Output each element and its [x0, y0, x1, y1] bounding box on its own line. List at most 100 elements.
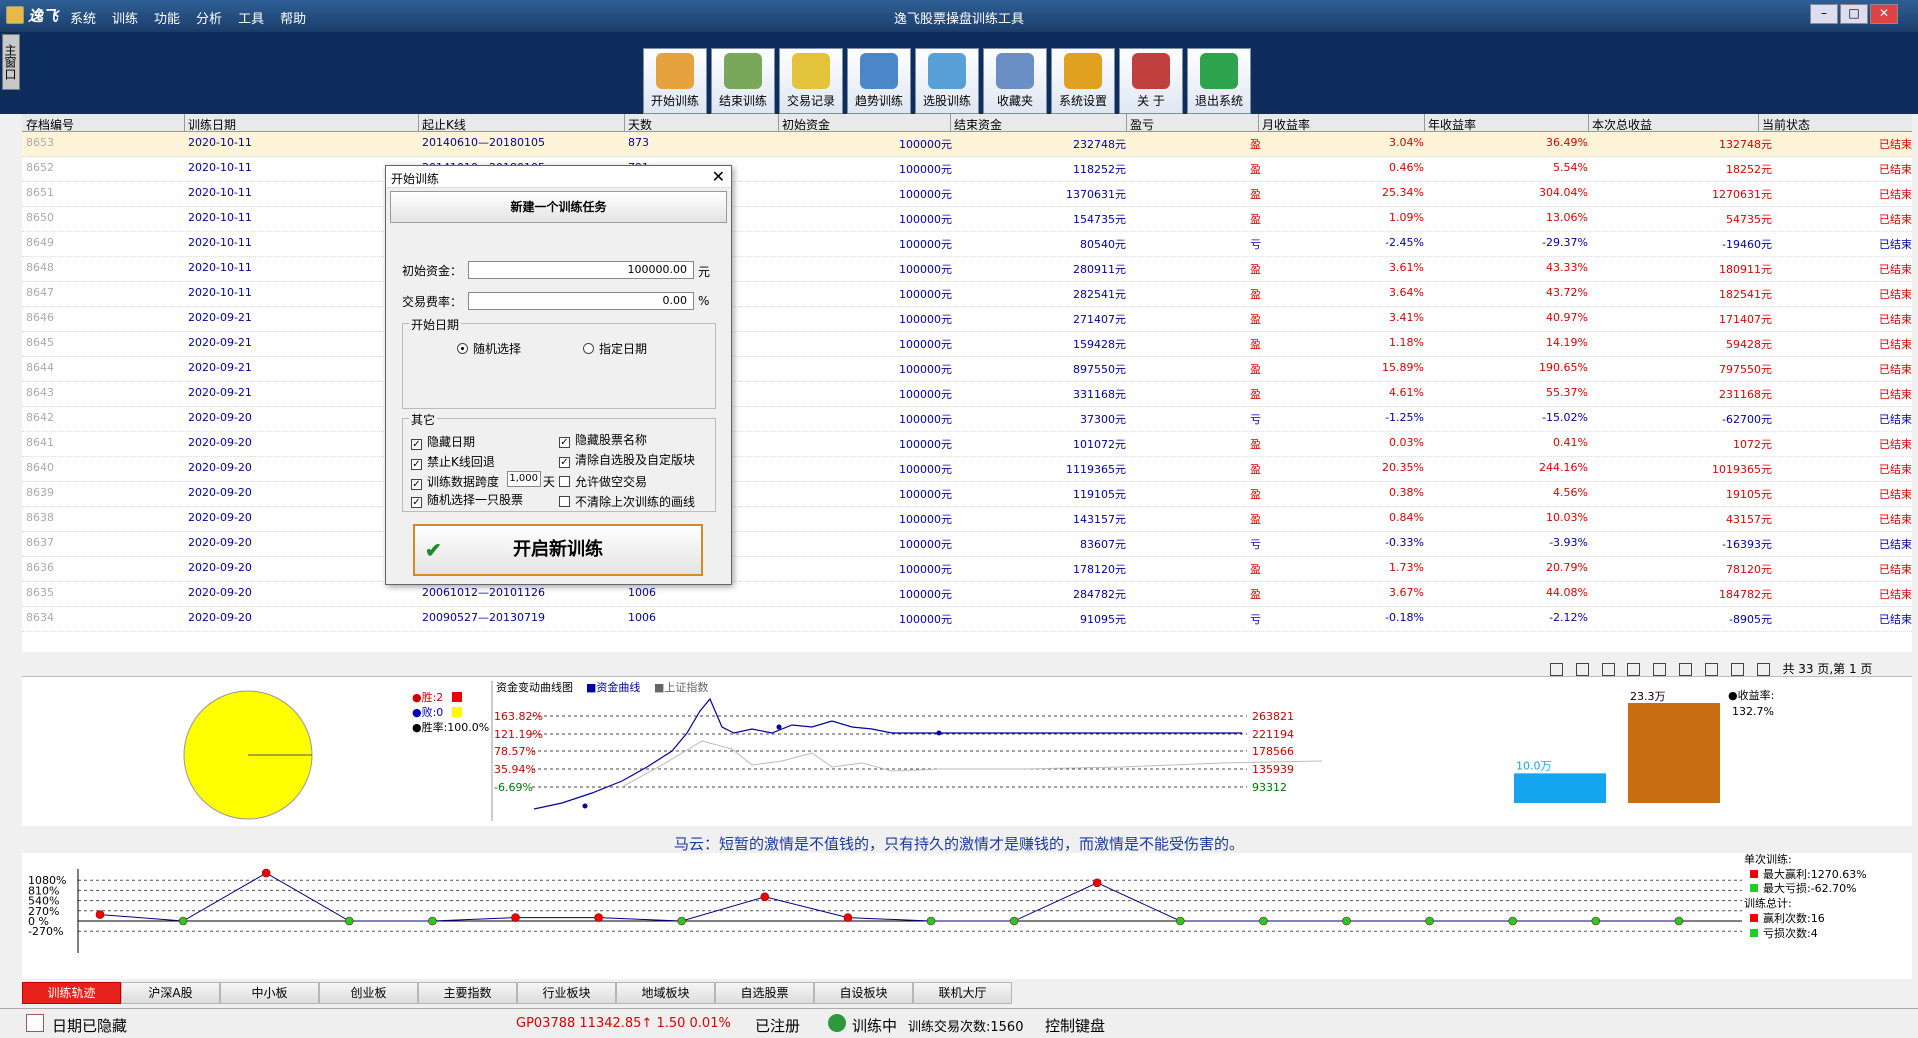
tab-9[interactable]: 联机大厅: [913, 982, 1012, 1004]
dialog-close-button[interactable]: ✕: [712, 167, 725, 186]
table-row[interactable]: 8637 2020-09-20 100000元 83607元 亏 -0.33% -3.93%…: [22, 532, 1912, 557]
table-cell: 1006: [628, 586, 656, 599]
column-header[interactable]: 月收益率: [1262, 116, 1310, 133]
toolbar: 开始训练 结束训练 交易记录 趋势训练 选股训练 收藏夹 系统设置 关 于 退出系统: [643, 48, 1251, 114]
save-icon[interactable]: [1575, 663, 1589, 676]
fee-input[interactable]: 0.00: [468, 292, 694, 310]
column-header[interactable]: 天数: [628, 116, 652, 133]
close-button[interactable]: ✕: [1870, 4, 1898, 24]
column-header[interactable]: 本次总收益: [1592, 116, 1652, 133]
tab-4[interactable]: 主要指数: [418, 982, 517, 1004]
toolbar-button-7[interactable]: 关 于: [1119, 48, 1183, 114]
last-page-icon[interactable]: [1756, 663, 1770, 676]
tab-6[interactable]: 地域板块: [616, 982, 715, 1004]
tab-8[interactable]: 自设板块: [814, 982, 913, 1004]
delete-icon[interactable]: [1627, 663, 1641, 676]
next-page-icon[interactable]: [1730, 663, 1744, 676]
table-row[interactable]: 8648 2020-10-11 100000元 280911元 盈 3.61% 43.33%…: [22, 257, 1912, 282]
table-row[interactable]: 86522020-10-1120141010—20180105791100000…: [22, 157, 1912, 182]
column-header[interactable]: 年收益率: [1428, 116, 1476, 133]
table-row[interactable]: 8646 2020-09-21 100000元 271407元 盈 3.41% 40.97%…: [22, 307, 1912, 332]
table-row[interactable]: 8653 2020-10-11 20140610—20180105 873 100000…: [22, 132, 1912, 157]
table-row[interactable]: 8634 2020-09-20 20090527—20130719 1006 10000…: [22, 607, 1912, 632]
column-header[interactable]: 结束资金: [954, 116, 1002, 133]
toolbar-button-0[interactable]: 开始训练: [643, 48, 707, 114]
table-row[interactable]: 8641 2020-09-20 100000元 101072元 盈 0.03% 0.41% 1…: [22, 432, 1912, 457]
column-header[interactable]: 起止K线: [422, 116, 466, 133]
print-icon[interactable]: [1550, 663, 1563, 676]
table-row[interactable]: 8644 2020-09-21 100000元 897550元 盈 15.89% 190.6…: [22, 357, 1912, 382]
prev-page-icon[interactable]: [1704, 663, 1718, 676]
checkbox-data-span[interactable]: ✓ 训练数据跨度: [411, 473, 499, 490]
column-header[interactable]: 盈亏: [1130, 116, 1154, 133]
toolbar-button-1[interactable]: 结束训练: [711, 48, 775, 114]
table-cell: 119105元: [1073, 488, 1126, 501]
table-row[interactable]: 8636 2020-09-20 100000元 178120元 盈 1.73% 20.79%…: [22, 557, 1912, 582]
control-keyboard[interactable]: 控制键盘: [1045, 1015, 1105, 1036]
table-row[interactable]: 8645 2020-09-21 100000元 159428元 盈 1.18% 14.19%…: [22, 332, 1912, 357]
table-row[interactable]: 8639 2020-09-20 100000元 119105元 盈 0.38% 4.56% 1…: [22, 482, 1912, 507]
checkbox-allow-short[interactable]: 允许做空交易: [559, 473, 647, 490]
column-header[interactable]: 初始资金: [782, 116, 830, 133]
capital-input[interactable]: 100000.00: [468, 261, 694, 279]
column-header[interactable]: 当前状态: [1762, 116, 1810, 133]
minimize-button[interactable]: –: [1810, 4, 1838, 24]
table-row[interactable]: 8638 2020-09-20 100000元 143157元 盈 0.84% 10.03%…: [22, 507, 1912, 532]
checkbox-hide-name[interactable]: ✓ 隐藏股票名称: [559, 431, 647, 448]
toolbar-label: 收藏夹: [996, 94, 1033, 108]
table-cell: 190.65%: [1539, 361, 1588, 374]
toolbar-button-5[interactable]: 收藏夹: [983, 48, 1047, 114]
toolbar-button-3[interactable]: 趋势训练: [847, 48, 911, 114]
column-divider: [1758, 114, 1759, 132]
toolbar-button-4[interactable]: 选股训练: [915, 48, 979, 114]
main-window-side-tab[interactable]: 主窗口: [2, 34, 20, 90]
gear-icon[interactable]: [1653, 663, 1667, 676]
radio-specified[interactable]: 指定日期: [583, 340, 647, 357]
table-row[interactable]: 8651 2020-10-11 100000元 1370631元 盈 25.34% 304.…: [22, 182, 1912, 207]
toolbar-button-8[interactable]: 退出系统: [1187, 48, 1251, 114]
export-icon[interactable]: [1601, 663, 1615, 676]
toolbar-button-6[interactable]: 系统设置: [1051, 48, 1115, 114]
table-row[interactable]: 8635 2020-09-20 20061012—20101126 1006 10000…: [22, 582, 1912, 607]
table-cell: 182541元: [1719, 288, 1772, 301]
maximize-button[interactable]: □: [1840, 4, 1868, 24]
tab-3[interactable]: 创业板: [319, 982, 418, 1004]
table-row[interactable]: 8640 2020-09-20 100000元 1119365元 盈 20.35% 244.…: [22, 457, 1912, 482]
tab-0[interactable]: 训练轨迹: [22, 982, 121, 1004]
table-cell: 20.35%: [1382, 461, 1424, 474]
table-row[interactable]: 8643 2020-09-21 100000元 331168元 盈 4.61% 55.37%…: [22, 382, 1912, 407]
data-span-input[interactable]: 1,000: [507, 471, 541, 487]
tab-2[interactable]: 中小板: [220, 982, 319, 1004]
column-header[interactable]: 训练日期: [188, 116, 236, 133]
table-cell: 1006: [628, 611, 656, 624]
table-row[interactable]: 8650 2020-10-11 100000元 154735元 盈 1.09% 13.06%…: [22, 207, 1912, 232]
table-cell: 8653: [26, 136, 54, 149]
start-new-training-button[interactable]: ✔ 开启新训练: [413, 524, 703, 576]
table-cell: 18252元: [1726, 163, 1772, 176]
first-page-icon[interactable]: [1679, 663, 1693, 676]
table-cell: 80540元: [1080, 238, 1126, 251]
start-icon: [656, 53, 694, 89]
check-icon: ✓: [411, 439, 422, 450]
checkbox-no-rewind[interactable]: ✓ 禁止K线回退: [411, 453, 495, 470]
checkbox-single-stock[interactable]: ✓ 随机选择一只股票: [411, 491, 523, 508]
tab-1[interactable]: 沪深A股: [121, 982, 220, 1004]
checkbox-clear-watchlist[interactable]: ✓ 清除自选股及自定版块: [559, 451, 695, 468]
table-row[interactable]: 8649 2020-10-11 100000元 80540元 亏 -2.45% -29.37…: [22, 232, 1912, 257]
toolbar-button-2[interactable]: 交易记录: [779, 48, 843, 114]
table-row[interactable]: 8642 2020-09-20 100000元 37300元 亏 -1.25% -15.02…: [22, 407, 1912, 432]
column-divider: [1424, 114, 1425, 132]
checkbox-hide-date[interactable]: ✓ 隐藏日期: [411, 433, 475, 450]
table-cell: 797550元: [1719, 363, 1772, 376]
column-header[interactable]: 存档编号: [26, 116, 74, 133]
table-cell: 已结束: [1879, 338, 1912, 351]
checkbox-data-span-label: 训练数据跨度: [427, 475, 500, 489]
legend-swatch: [1750, 914, 1758, 922]
table-row[interactable]: 8647 2020-10-11 100000元 282541元 盈 3.64% 43.72%…: [22, 282, 1912, 307]
table-cell: 盈: [1250, 288, 1261, 301]
tab-7[interactable]: 自选股票: [715, 982, 814, 1004]
tab-5[interactable]: 行业板块: [517, 982, 616, 1004]
checkbox-keep-lines[interactable]: 不清除上次训练的画线: [559, 493, 695, 510]
radio-random[interactable]: 随机选择: [457, 340, 521, 357]
column-divider: [778, 114, 779, 132]
